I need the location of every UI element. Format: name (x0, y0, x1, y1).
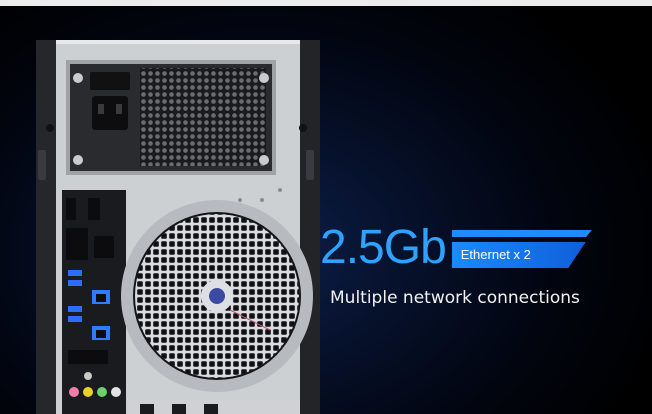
cooling-fan-icon (121, 200, 313, 392)
power-supply (66, 60, 276, 175)
power-switch-icon (90, 72, 130, 90)
badge-label: Ethernet x 2 (460, 247, 531, 262)
badge-accent-bar (451, 230, 592, 237)
ethernet-badge: Ethernet x 2 (451, 222, 598, 272)
speed-headline: 2.5Gb Ethernet x 2 (320, 222, 598, 272)
power-socket-icon (92, 96, 128, 130)
pc-tower-rear-image (36, 40, 320, 414)
expansion-slots (128, 400, 300, 414)
io-shield (62, 190, 126, 414)
subtitle: Multiple network connections (330, 288, 580, 308)
speed-text: 2.5Gb (320, 221, 447, 274)
